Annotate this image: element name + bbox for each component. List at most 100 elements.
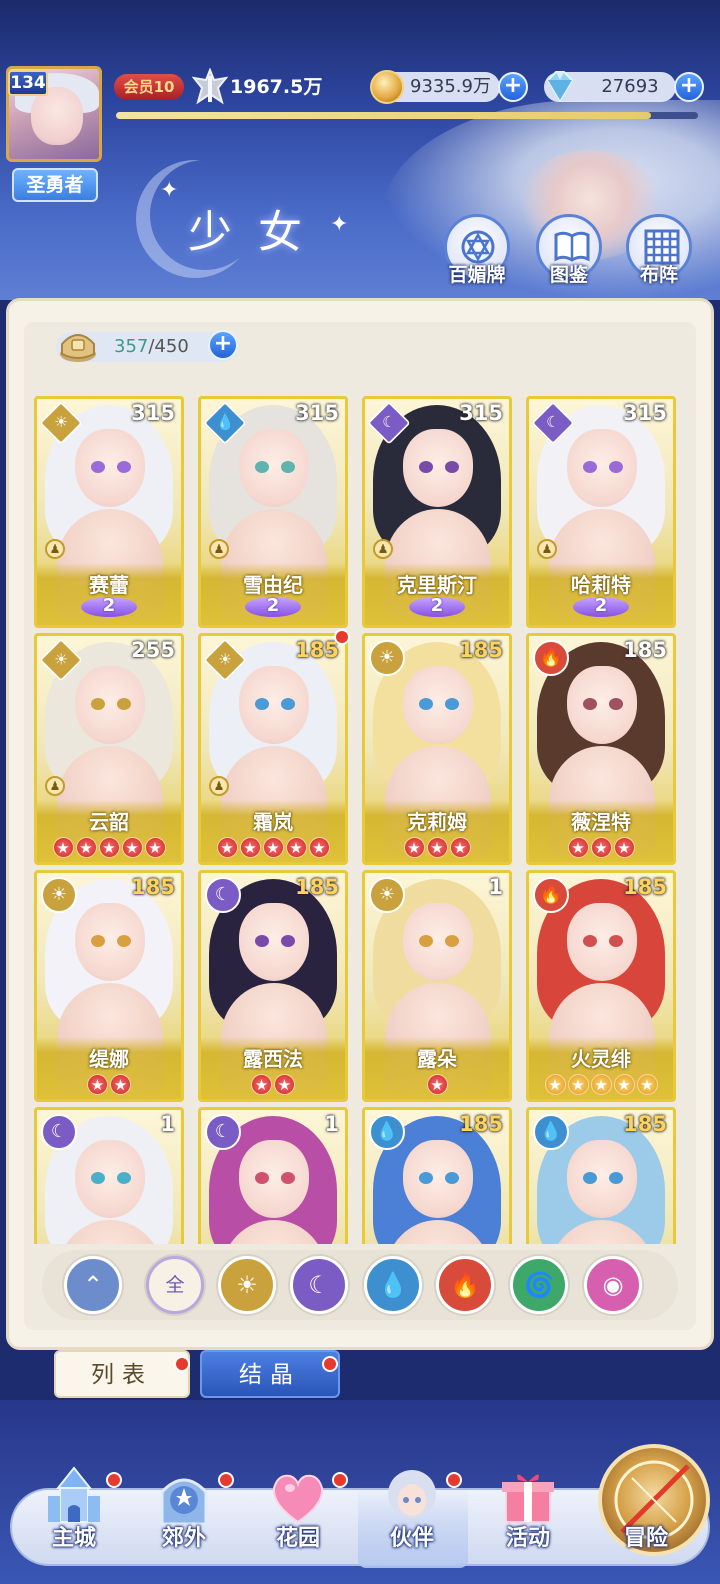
character-level: 1	[488, 875, 503, 899]
portrait-eye	[91, 935, 105, 947]
add-gold-button[interactable]: +	[498, 72, 528, 102]
player-title-badge[interactable]: 圣勇者	[12, 168, 98, 202]
portrait-eye	[255, 935, 269, 947]
star-icon: ★	[403, 837, 425, 858]
character-level: 185	[459, 638, 503, 662]
character-level: 315	[295, 401, 339, 425]
filter-light-button[interactable]: ☀	[218, 1256, 276, 1314]
star-icon: ★	[449, 837, 471, 858]
storage-icon	[60, 334, 96, 362]
water-element-icon: 💧	[369, 1114, 405, 1150]
character-level: 185	[623, 1112, 667, 1136]
star-icon: ★	[251, 1074, 272, 1095]
star-icon: ★	[239, 837, 261, 858]
portrait-eye	[583, 461, 597, 473]
star-icon: ★	[426, 1074, 448, 1095]
character-card[interactable]: 雪由纪 💧 315 ♟ 2	[198, 396, 348, 628]
flame-icon: 🔥	[450, 1271, 480, 1299]
add-diamond-button[interactable]: +	[674, 72, 704, 102]
portrait-face	[239, 1140, 309, 1218]
portrait-face	[567, 429, 637, 507]
star-rating: ★ ★ ★ ★ ★	[201, 836, 345, 858]
filter-wind-button[interactable]: 🌀	[510, 1256, 568, 1314]
character-card[interactable]: 缇娜 ☀ 185 ★ ★	[34, 870, 184, 1102]
star-rating: ★	[365, 1073, 509, 1095]
portrait-face	[239, 666, 309, 744]
filter-spirit-button[interactable]: ◉	[584, 1256, 642, 1314]
filter-fire-button[interactable]: 🔥	[436, 1256, 494, 1314]
portrait-eye	[609, 935, 623, 947]
power-value: 1967.5万	[230, 76, 323, 98]
star-rating: ★ ★ ★ ★ ★	[37, 836, 181, 858]
add-capacity-button[interactable]: +	[208, 330, 238, 360]
portrait-eye	[445, 461, 459, 473]
character-card[interactable]: 露西法 ☾ 185 ★ ★	[198, 870, 348, 1102]
star-icon: ★	[590, 1074, 612, 1095]
formation-piece-icon: ♟	[209, 539, 229, 559]
portrait-face	[567, 666, 637, 744]
portrait-eye	[255, 1172, 269, 1184]
character-name: 赛蕾	[89, 573, 129, 597]
nav-garden-notification-dot	[332, 1472, 348, 1488]
awaken-level: 2	[102, 595, 116, 616]
character-name: 哈莉特	[571, 573, 631, 597]
formation-label: 布阵	[639, 264, 678, 286]
character-card[interactable]: 克莉姆 ☀ 185 ★ ★ ★	[362, 633, 512, 865]
page-title: 少女	[188, 207, 328, 258]
portrait-eye	[281, 461, 295, 473]
tab-crystal[interactable]: 结晶	[200, 1350, 340, 1398]
dark-element-icon: ☾	[41, 1114, 77, 1150]
tab-crystal-notification-dot	[322, 1356, 338, 1372]
nav-outskirts-label: 郊外	[161, 1526, 206, 1551]
character-card[interactable]: 赛蕾 ☀ 315 ♟ 2	[34, 396, 184, 628]
card-deck-label: 百媚牌	[448, 264, 506, 286]
filter-dark-button[interactable]: ☾	[290, 1256, 348, 1314]
character-card[interactable]: ☾ 1	[198, 1107, 348, 1244]
collapse-filter-button[interactable]: ⌃	[64, 1256, 122, 1314]
character-card[interactable]: 火灵绯 🔥 185 ★ ★ ★ ★ ★	[526, 870, 676, 1102]
tab-list[interactable]: 列表	[54, 1350, 190, 1398]
chevron-up-icon: ⌃	[82, 1271, 104, 1299]
nav-main-city-label: 主城	[51, 1526, 96, 1551]
character-card[interactable]: 💧 185	[362, 1107, 512, 1244]
portrait-eye	[91, 1172, 105, 1184]
nav-events-label: 活动	[505, 1526, 550, 1551]
fire-element-icon: 🔥	[533, 640, 569, 676]
exp-progress-bar	[116, 112, 698, 119]
filter-all-button[interactable]: 全	[146, 1256, 204, 1314]
star-icon: ★	[590, 837, 612, 858]
character-card[interactable]: 云韶 ☀ 255 ♟ ★ ★ ★ ★ ★	[34, 633, 184, 865]
portrait-eye	[445, 935, 459, 947]
portrait-eye	[281, 698, 295, 710]
character-level: 1	[324, 1112, 339, 1136]
character-level: 185	[295, 638, 339, 662]
character-card[interactable]: 霜岚 ☀ 185 ♟ ★ ★ ★ ★ ★	[198, 633, 348, 865]
portrait-eye	[445, 1172, 459, 1184]
star-icon: ★	[613, 837, 635, 858]
character-card[interactable]: 💧 185	[526, 1107, 676, 1244]
nav-garden-label: 花园	[275, 1526, 320, 1551]
adventure-button[interactable]	[598, 1444, 710, 1556]
star-rating: ★ ★ ★	[529, 836, 673, 858]
nav-events[interactable]: 活动	[478, 1466, 578, 1570]
character-name: 雪由纪	[243, 573, 303, 597]
character-card[interactable]: ☾ 1	[34, 1107, 184, 1244]
star-rating: ★ ★	[201, 1073, 345, 1095]
portrait-eye	[281, 1172, 295, 1184]
portrait-eye	[445, 698, 459, 710]
character-card[interactable]: 露朵 ☀ 1 ★	[362, 870, 512, 1102]
formation-piece-icon: ♟	[45, 539, 65, 559]
vip-badge[interactable]: 会员10	[114, 74, 184, 100]
partner-avatar-icon	[388, 1470, 436, 1518]
character-card[interactable]: 薇涅特 🔥 185 ★ ★ ★	[526, 633, 676, 865]
character-name: 霜岚	[253, 810, 293, 834]
character-card[interactable]: 克里斯汀 ☾ 315 ♟ 2	[362, 396, 512, 628]
star-icon: ★	[567, 1074, 589, 1095]
character-level: 185	[295, 875, 339, 899]
character-card[interactable]: 哈莉特 ☾ 315 ♟ 2	[526, 396, 676, 628]
star-icon: ★	[262, 837, 284, 858]
portrait-eye	[255, 461, 269, 473]
portrait-eye	[609, 461, 623, 473]
filter-water-button[interactable]: 💧	[364, 1256, 422, 1314]
awaken-badge: 2	[245, 595, 301, 619]
